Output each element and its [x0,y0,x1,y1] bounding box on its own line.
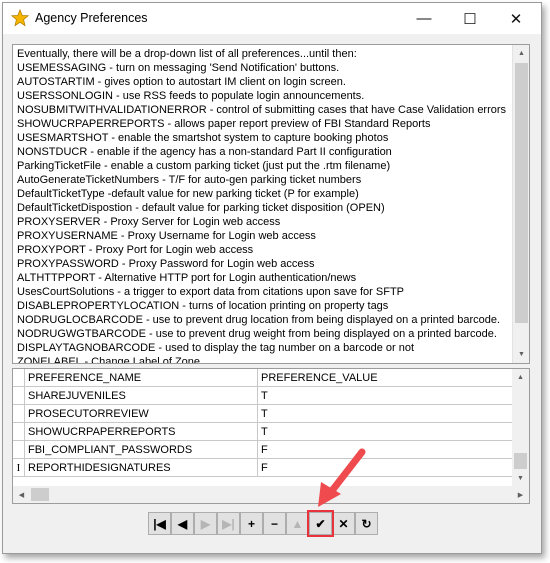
table-row[interactable]: I REPORTHIDESIGNATURES F [13,459,513,477]
memo-line: SHOWUCRPAPERREPORTS - allows paper repor… [17,118,431,130]
edit-record-icon: ▲ [291,516,304,531]
star-icon [11,9,29,27]
memo-line: DISPLAYTAGNOBARCODE - used to display th… [17,342,415,354]
memo-line: PROXYSERVER - Proxy Server for Login web… [17,216,281,228]
refresh-icon: ↻ [361,516,372,531]
row-indicator [13,423,25,441]
memo-line: ParkingTicketFile - enable a custom park… [17,160,391,172]
insert-record-icon: + [247,516,255,531]
next-record-icon: ▶ [200,516,211,531]
memo-line: AutoGenerateTicketNumbers - T/F for auto… [17,174,362,186]
table-row[interactable]: SHOWUCRPAPERREPORTS T [13,423,513,441]
memo-line: DISABLEPROPERTYLOCATION - turns of locat… [17,300,389,312]
maximize-icon: ☐ [463,10,477,28]
table-row[interactable]: SHAREJUVENILES T [13,387,513,405]
cell-preference-value[interactable]: F [258,441,513,459]
memo-line: AUTOSTARTIM - gives option to autostart … [17,76,346,88]
column-header-preference-name[interactable]: PREFERENCE_NAME [25,369,258,387]
scroll-up-arrow-icon[interactable]: ▲ [513,45,529,62]
memo-line: Eventually, there will be a drop-down li… [17,48,357,60]
memo-line: UsesCourtSolutions - a trigger to export… [17,286,405,298]
first-record-icon: |◀ [153,516,166,531]
memo-line: USEMESSAGING - turn on messaging 'Send N… [17,62,340,74]
first-record-button[interactable]: |◀ [148,512,171,535]
grid-horizontal-scrollbar[interactable]: ◀ ▶ [13,486,529,503]
cancel-record-button[interactable]: ✕ [332,512,355,535]
cell-preference-value[interactable]: T [258,405,513,423]
agency-preferences-window: Agency Preferences — ☐ ✕ Eventually, the… [2,2,542,554]
memo-line: NODRUGWGTBARCODE - use to prevent drug w… [17,328,497,340]
grid-vertical-scrollbar[interactable]: ▲ ▼ [512,369,529,487]
prior-record-icon: ◀ [177,516,188,531]
cell-preference-name[interactable]: FBI_COMPLIANT_PASSWORDS [25,441,258,459]
insert-record-button[interactable]: + [240,512,263,535]
cell-preference-name[interactable]: PROSECUTORREVIEW [25,405,258,423]
minimize-icon: — [416,10,432,27]
cell-preference-value[interactable]: F [258,459,513,477]
db-navigator: |◀ ◀ ▶ ▶| + − ▲ ✔ ✕ ↻ [148,510,378,537]
cell-preference-value[interactable]: T [258,387,513,405]
memo-line: NODRUGLOCBARCODE - use to prevent drug l… [17,314,501,326]
grid-hscroll-thumb[interactable] [31,488,49,501]
memo-line: PROXYPORT - Proxy Port for Login web acc… [17,244,254,256]
row-indicator [13,387,25,405]
scroll-up-arrow-icon[interactable]: ▲ [512,369,529,386]
maximize-button[interactable]: ☐ [447,3,493,34]
close-icon: ✕ [509,10,523,28]
column-header-preference-value[interactable]: PREFERENCE_VALUE [258,369,513,387]
preferences-help-memo[interactable]: Eventually, there will be a drop-down li… [12,44,530,364]
cell-preference-name[interactable]: REPORTHIDESIGNATURES [25,459,258,477]
header-indicator-cell [13,369,25,387]
memo-line: USERSSONLOGIN - use RSS feeds to populat… [17,90,365,102]
window-client-area: Eventually, there will be a drop-down li… [3,34,541,553]
last-record-icon: ▶| [222,516,235,531]
memo-line: ALTHTTPPORT - Alternative HTTP port for … [17,272,357,284]
table-row[interactable]: PROSECUTORREVIEW T [13,405,513,423]
cell-preference-name[interactable]: SHAREJUVENILES [25,387,258,405]
cancel-record-icon: ✕ [338,516,349,531]
preferences-grid[interactable]: PREFERENCE_NAME PREFERENCE_VALUE SHAREJU… [12,368,530,504]
cell-preference-value[interactable]: T [258,423,513,441]
memo-line: NOSUBMITWITHVALIDATIONERROR - control of… [17,104,507,116]
row-indicator: I [13,459,25,477]
last-record-button[interactable]: ▶| [217,512,240,535]
grid-rows: SHAREJUVENILES T PROSECUTORREVIEW T SHOWUCRP… [13,387,513,477]
memo-line: DefaultTicketType -default value for new… [17,188,359,200]
prior-record-button[interactable]: ◀ [171,512,194,535]
scroll-left-arrow-icon[interactable]: ◀ [13,486,30,503]
refresh-button[interactable]: ↻ [355,512,378,535]
window-title: Agency Preferences [35,11,148,25]
row-indicator [13,441,25,459]
scroll-down-arrow-icon[interactable]: ▼ [512,470,529,487]
grid-vscroll-thumb[interactable] [514,453,527,469]
next-record-button[interactable]: ▶ [194,512,217,535]
memo-vertical-scrollbar[interactable]: ▲ ▼ [512,45,529,363]
table-row[interactable]: FBI_COMPLIANT_PASSWORDS F [13,441,513,459]
memo-line: PROXYPASSWORD - Proxy Password for Login… [17,258,315,270]
memo-scroll-thumb[interactable] [515,63,528,323]
memo-line: DefaultTicketDispostion - default value … [17,202,385,214]
title-bar[interactable]: Agency Preferences — ☐ ✕ [3,3,541,34]
scroll-down-arrow-icon[interactable]: ▼ [513,346,529,363]
delete-record-icon: − [270,516,278,531]
memo-line: ZONELABEL - Change Label of Zone [17,356,201,364]
memo-text: Eventually, there will be a drop-down li… [17,47,507,364]
edit-record-button[interactable]: ▲ [286,512,309,535]
minimize-button[interactable]: — [401,3,447,34]
row-indicator [13,405,25,423]
memo-line: NONSTDUCR - enable if the agency has a n… [17,146,392,158]
post-record-icon: ✔ [315,516,326,531]
memo-line: USESMARTSHOT - enable the smartshot syst… [17,132,389,144]
grid-header: PREFERENCE_NAME PREFERENCE_VALUE [13,369,513,387]
memo-line: PROXYUSERNAME - Proxy Username for Login… [17,230,316,242]
post-record-button[interactable]: ✔ [307,510,334,537]
cell-preference-name[interactable]: SHOWUCRPAPERREPORTS [25,423,258,441]
delete-record-button[interactable]: − [263,512,286,535]
scroll-right-arrow-icon[interactable]: ▶ [512,486,529,503]
close-button[interactable]: ✕ [493,3,539,34]
